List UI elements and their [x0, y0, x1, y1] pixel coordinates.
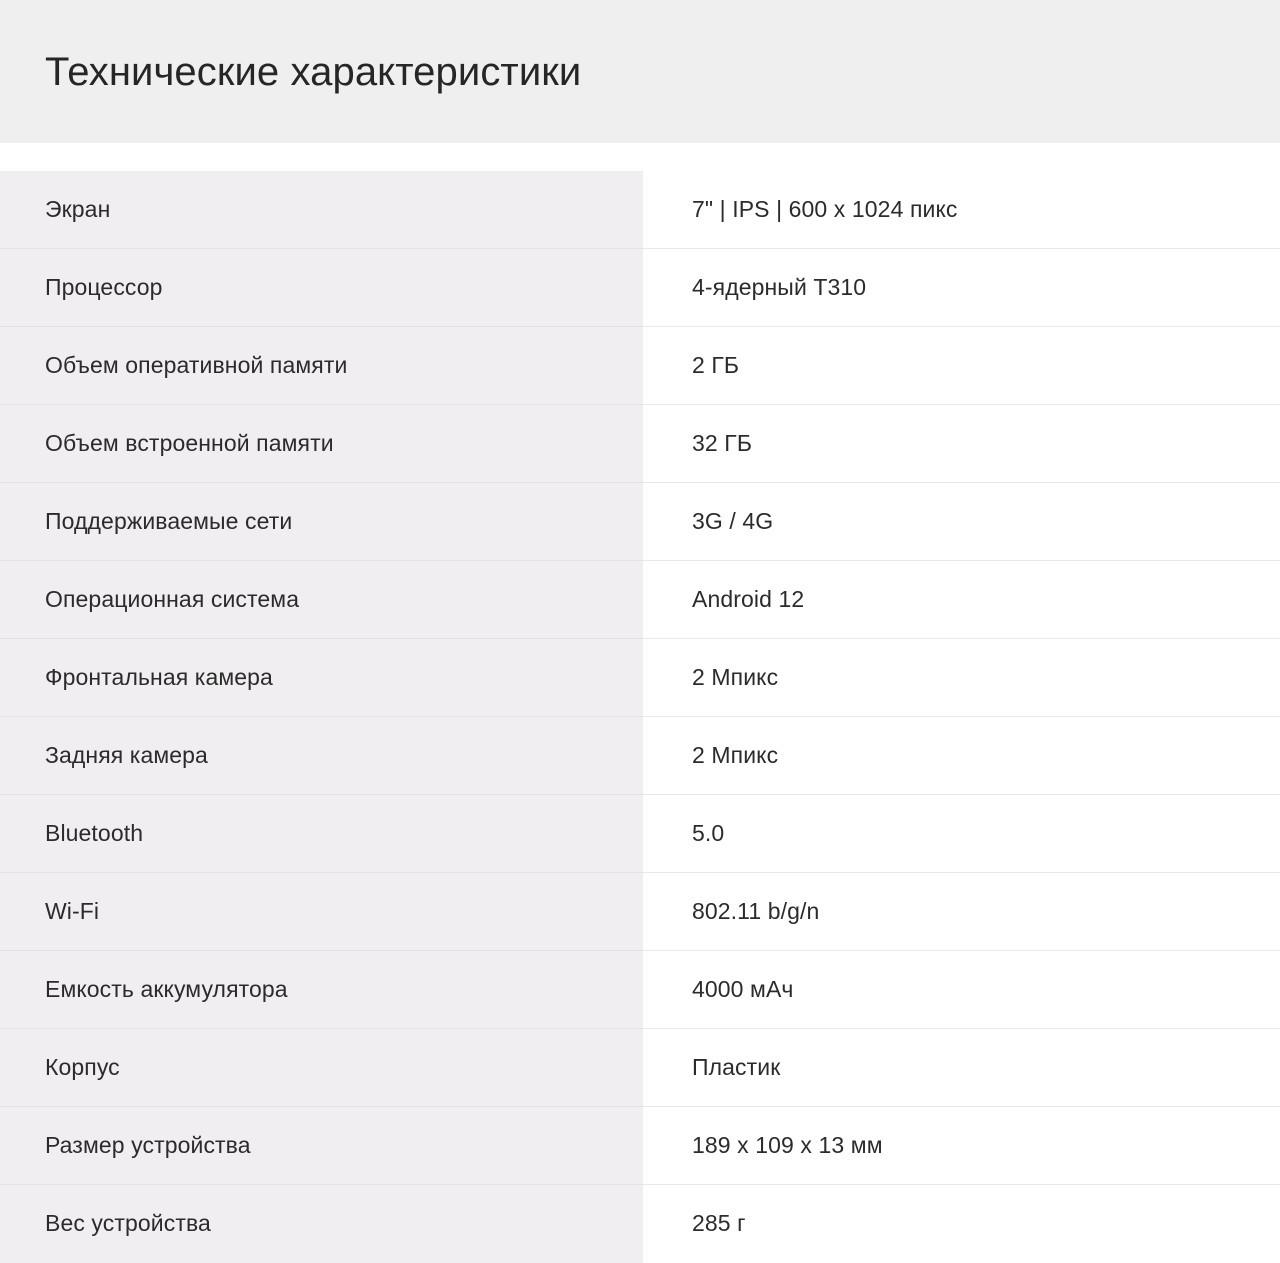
table-row: Фронтальная камера 2 Мпикс: [0, 638, 1280, 717]
spec-value-cell: 189 x 109 x 13 мм: [643, 1106, 1280, 1185]
specifications-table-body: Экран 7" | IPS | 600 x 1024 пикс Процессор…: [0, 170, 1280, 1263]
table-row: Экран 7" | IPS | 600 x 1024 пикс: [0, 170, 1280, 249]
spec-header: Технические характеристики: [0, 0, 1280, 143]
table-row: Процессор 4-ядерный T310: [0, 248, 1280, 327]
table-row: Емкость аккумулятора 4000 мАч: [0, 950, 1280, 1029]
spec-value-cell: 3G / 4G: [643, 482, 1280, 561]
table-row: Операционная система Android 12: [0, 560, 1280, 639]
spec-value-cell: 4-ядерный T310: [643, 248, 1280, 327]
spec-label-cell: Объем встроенной памяти: [0, 404, 643, 483]
spec-label-cell: Фронтальная камера: [0, 638, 643, 717]
table-row: Поддерживаемые сети 3G / 4G: [0, 482, 1280, 561]
spec-value-cell: 7" | IPS | 600 x 1024 пикс: [643, 170, 1280, 249]
spec-label-cell: Процессор: [0, 248, 643, 327]
page-title: Технические характеристики: [45, 49, 582, 94]
table-row: Wi-Fi 802.11 b/g/n: [0, 872, 1280, 951]
spec-value-cell: 4000 мАч: [643, 950, 1280, 1029]
spec-label-cell: Экран: [0, 170, 643, 249]
spec-label-cell: Wi-Fi: [0, 872, 643, 951]
spec-label-cell: Корпус: [0, 1028, 643, 1107]
spec-label-cell: Операционная система: [0, 560, 643, 639]
spec-label-cell: Bluetooth: [0, 794, 643, 873]
spec-value-cell: 32 ГБ: [643, 404, 1280, 483]
table-row: Размер устройства 189 x 109 x 13 мм: [0, 1106, 1280, 1185]
spec-label-cell: Объем оперативной памяти: [0, 326, 643, 405]
header-gap-spacer: [0, 143, 1280, 170]
spec-label-cell: Емкость аккумулятора: [0, 950, 643, 1029]
spec-label-cell: Размер устройства: [0, 1106, 643, 1185]
spec-sheet-page: Технические характеристики Экран 7" | IPS…: [0, 0, 1280, 1263]
table-row: Объем встроенной памяти 32 ГБ: [0, 404, 1280, 483]
table-row: Bluetooth 5.0: [0, 794, 1280, 873]
table-row: Вес устройства 285 г: [0, 1184, 1280, 1263]
spec-label-cell: Поддерживаемые сети: [0, 482, 643, 561]
spec-value-cell: Пластик: [643, 1028, 1280, 1107]
spec-value-cell: 2 Мпикс: [643, 638, 1280, 717]
table-row: Корпус Пластик: [0, 1028, 1280, 1107]
table-row: Задняя камера 2 Мпикс: [0, 716, 1280, 795]
spec-value-cell: Android 12: [643, 560, 1280, 639]
spec-label-cell: Вес устройства: [0, 1184, 643, 1263]
spec-value-cell: 2 Мпикс: [643, 716, 1280, 795]
spec-value-cell: 802.11 b/g/n: [643, 872, 1280, 951]
table-row: Объем оперативной памяти 2 ГБ: [0, 326, 1280, 405]
spec-value-cell: 5.0: [643, 794, 1280, 873]
spec-value-cell: 2 ГБ: [643, 326, 1280, 405]
spec-label-cell: Задняя камера: [0, 716, 643, 795]
spec-value-cell: 285 г: [643, 1184, 1280, 1263]
specifications-table: Экран 7" | IPS | 600 x 1024 пикс Процессор…: [0, 170, 1280, 1263]
